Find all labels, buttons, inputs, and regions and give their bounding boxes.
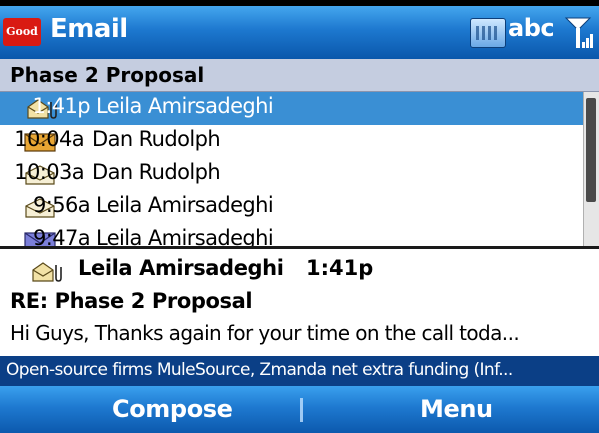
softkey-bar: Compose Menu	[0, 386, 599, 433]
input-mode-label[interactable]: abc	[508, 14, 555, 42]
message-time: 9:47a	[32, 226, 91, 246]
news-ticker[interactable]: Open-source firms MuleSource, Zmanda net…	[0, 356, 599, 386]
message-time: 1:41p	[32, 94, 91, 118]
compose-button[interactable]: Compose	[112, 395, 233, 423]
keyboard-icon[interactable]	[470, 18, 506, 48]
message-time: 10:03a	[14, 160, 84, 184]
message-sender: Leila Amirsadeghi	[96, 94, 274, 118]
message-time: 10:04a	[14, 127, 84, 151]
message-row[interactable]: 9:56a Leila Amirsadeghi	[0, 191, 583, 224]
message-list[interactable]: 1:41p Leila Amirsadeghi 10:04a Dan Rudol…	[0, 92, 583, 246]
app-title: Email	[50, 14, 128, 44]
thread-header: Phase 2 Proposal	[0, 59, 599, 92]
message-row[interactable]: 10:03a Dan Rudolph	[0, 158, 583, 191]
read-with-attachment-icon	[32, 262, 62, 282]
good-logo: Good	[3, 18, 41, 46]
softkey-separator	[300, 398, 303, 422]
preview-time: 1:41p	[306, 256, 374, 280]
scrollbar-thumb[interactable]	[586, 98, 596, 202]
message-sender: Leila Amirsadeghi	[96, 226, 274, 246]
email-screen: Good Email abc Phase 2 Proposal 1:41p Le…	[0, 0, 599, 433]
message-sender: Leila Amirsadeghi	[96, 193, 274, 217]
preview-subject: RE: Phase 2 Proposal	[10, 289, 253, 313]
ticker-text: Open-source firms MuleSource, Zmanda net…	[6, 360, 513, 380]
signal-strength-icon	[564, 17, 593, 48]
message-time: 9:56a	[32, 193, 91, 217]
title-bar: Good Email abc	[0, 0, 599, 59]
preview-body: Hi Guys, Thanks again for your time on t…	[10, 321, 520, 345]
message-row[interactable]: 9:47a Leila Amirsadeghi	[0, 224, 583, 246]
message-row[interactable]: 1:41p Leila Amirsadeghi	[0, 92, 583, 125]
message-preview[interactable]: Leila Amirsadeghi 1:41p RE: Phase 2 Prop…	[0, 249, 599, 356]
message-row[interactable]: 10:04a Dan Rudolph	[0, 125, 583, 158]
message-sender: Dan Rudolph	[92, 160, 221, 184]
menu-button[interactable]: Menu	[420, 395, 493, 423]
preview-sender: Leila Amirsadeghi	[78, 256, 284, 280]
message-sender: Dan Rudolph	[92, 127, 221, 151]
list-scrollbar[interactable]	[583, 92, 599, 246]
thread-title: Phase 2 Proposal	[10, 63, 205, 87]
